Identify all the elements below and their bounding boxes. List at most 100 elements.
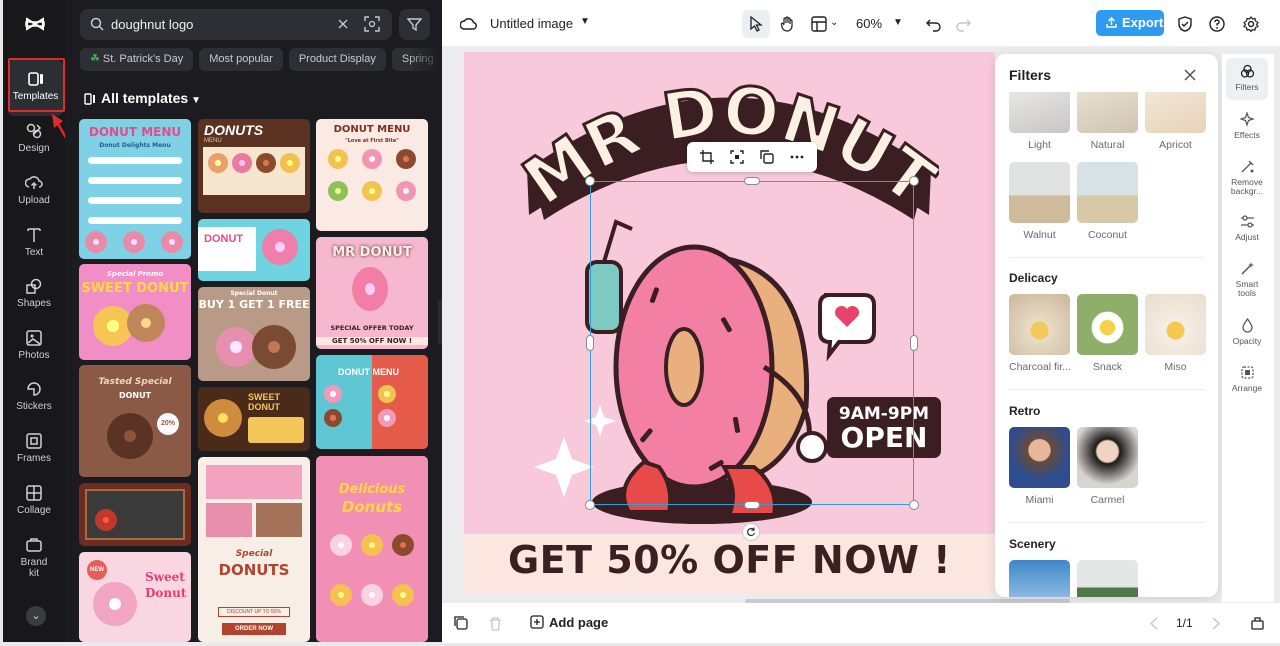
chevron-down-icon[interactable]: ▼ xyxy=(580,16,590,27)
nav-upload[interactable]: Upload xyxy=(3,168,65,218)
chip-product-display[interactable]: Product Display xyxy=(288,48,386,71)
resize-handle-bottom-right[interactable] xyxy=(909,500,919,510)
filter-preview-image xyxy=(1009,560,1070,597)
nav-templates[interactable]: Templates xyxy=(8,60,63,116)
template-thumbnail[interactable]: DONUT MENU xyxy=(316,355,428,449)
text-icon xyxy=(27,228,41,242)
nav-text[interactable]: Text xyxy=(3,220,65,270)
template-thumbnail[interactable]: Special DONUTS DISCOUNT UP TO 50% ORDER … xyxy=(198,457,310,642)
selection-box[interactable] xyxy=(590,181,914,505)
resize-handle-top-left[interactable] xyxy=(585,176,595,186)
tool-smart-tools[interactable]: Smart tools xyxy=(1226,255,1268,298)
artboard[interactable]: MR DONUT xyxy=(464,52,995,593)
template-thumbnail[interactable] xyxy=(79,483,191,546)
nav-frames[interactable]: Frames xyxy=(3,426,65,476)
search-input[interactable] xyxy=(111,14,331,35)
resize-handle-left[interactable] xyxy=(586,335,594,351)
settings-gear-icon[interactable] xyxy=(1242,15,1260,33)
template-thumbnail[interactable]: DONUT MENU "Love at First Bite" xyxy=(316,119,428,231)
next-page-chevron-icon[interactable] xyxy=(1208,616,1223,631)
nav-collage[interactable]: Collage xyxy=(3,478,65,528)
template-thumbnail[interactable]: Delicious Donuts xyxy=(316,456,428,642)
rotate-handle[interactable] xyxy=(742,523,760,541)
more-options-icon[interactable] xyxy=(790,150,804,164)
filter-item-walnut[interactable]: Walnut xyxy=(1009,162,1070,241)
filter-item-scenery[interactable] xyxy=(1077,560,1138,597)
filter-item-scenery[interactable] xyxy=(1009,560,1070,597)
tool-remove-background[interactable]: Remove backgr... xyxy=(1226,153,1268,196)
help-icon[interactable] xyxy=(1208,15,1226,33)
template-thumbnail[interactable]: NEW Sweet Donut xyxy=(79,552,191,642)
filter-item-miami[interactable]: Miami xyxy=(1009,427,1070,506)
nav-stickers[interactable]: Stickers xyxy=(3,374,65,424)
export-button[interactable]: Export xyxy=(1096,10,1164,36)
close-icon[interactable] xyxy=(1183,68,1197,82)
nav-design[interactable]: Design xyxy=(3,116,65,166)
filter-label: Miso xyxy=(1164,361,1187,373)
replace-image-icon[interactable] xyxy=(730,150,744,164)
donut-shape xyxy=(396,181,416,201)
resize-handle-top[interactable] xyxy=(744,177,760,185)
document-title[interactable]: Untitled image xyxy=(490,16,573,31)
tool-arrange[interactable]: Arrange xyxy=(1226,359,1268,393)
filter-item-coconut[interactable]: Coconut xyxy=(1077,162,1138,241)
filter-item-miso[interactable]: Miso xyxy=(1145,294,1206,373)
filter-item-apricot[interactable]: Apricot xyxy=(1145,92,1206,151)
duplicate-icon[interactable] xyxy=(760,150,774,164)
resize-handle-top-right[interactable] xyxy=(909,176,919,186)
filter-label: Walnut xyxy=(1023,229,1056,241)
section-divider xyxy=(1009,257,1204,258)
nav-shapes[interactable]: Shapes xyxy=(3,271,65,321)
hand-tool-icon[interactable] xyxy=(779,15,797,33)
chevron-down-icon[interactable]: ▼ xyxy=(893,17,903,28)
page-manager-icon[interactable] xyxy=(454,616,469,631)
filter-item-snack[interactable]: Snack xyxy=(1077,294,1138,373)
add-page-button[interactable]: Add page xyxy=(530,615,608,630)
nav-brand-kit[interactable]: Brand kit xyxy=(3,530,65,588)
template-thumbnail[interactable]: MR DONUT SPECIAL OFFER TODAY GET 50% OFF… xyxy=(316,237,428,349)
tool-opacity[interactable]: Opacity xyxy=(1226,312,1268,346)
tool-effects[interactable]: Effects xyxy=(1226,106,1268,140)
filter-item-carmel[interactable]: Carmel xyxy=(1077,427,1138,506)
template-thumbnail[interactable]: DONUT MENU Donut Delights Menu xyxy=(79,119,191,259)
all-templates-dropdown[interactable]: All templates ▼ xyxy=(84,90,201,106)
crop-icon[interactable] xyxy=(700,150,714,164)
clear-search-icon[interactable] xyxy=(336,17,350,31)
previous-page-chevron-icon[interactable] xyxy=(1147,616,1162,631)
resize-handle-right[interactable] xyxy=(910,335,918,351)
image-search-icon[interactable] xyxy=(364,16,380,32)
filter-item-charcoal[interactable]: Charcoal fir... xyxy=(1009,294,1070,373)
template-thumbnail[interactable]: SWEET DONUT xyxy=(198,387,310,451)
donut-shape xyxy=(256,153,276,173)
capcut-logo-icon[interactable] xyxy=(24,13,46,35)
donut-shape xyxy=(85,231,107,253)
delete-trash-icon[interactable] xyxy=(488,616,503,631)
layout-icon[interactable] xyxy=(810,15,828,33)
thumb-title: SWEET DONUT xyxy=(248,392,281,412)
select-tool-button[interactable] xyxy=(742,10,770,38)
undo-icon[interactable] xyxy=(925,15,943,33)
nav-photos[interactable]: Photos xyxy=(3,323,65,373)
redo-icon[interactable] xyxy=(954,15,972,33)
more-chevron-down-icon[interactable]: ⌄ xyxy=(26,606,46,626)
tool-filters[interactable]: Filters xyxy=(1226,58,1268,100)
template-thumbnail[interactable]: Tasted Special DONUT 20% xyxy=(79,365,191,477)
template-thumbnail[interactable]: Special Donut BUY 1 GET 1 FREE xyxy=(198,287,310,381)
chip-st-patricks[interactable]: ☘ St. Patrick's Day xyxy=(80,48,194,71)
filter-item-light[interactable]: Light xyxy=(1009,92,1070,151)
page-layout-icon[interactable] xyxy=(1250,616,1265,631)
chevron-down-icon[interactable]: ⌄ xyxy=(830,17,838,28)
zoom-level[interactable]: 60% xyxy=(856,16,882,31)
filter-label: Miami xyxy=(1025,494,1054,506)
template-thumbnail[interactable]: DONUTS MENU xyxy=(198,119,310,213)
tool-adjust[interactable]: Adjust xyxy=(1226,208,1268,242)
resize-handle-bottom[interactable] xyxy=(744,501,760,509)
template-thumbnail[interactable]: Special Promo SWEET DONUT xyxy=(79,264,191,360)
filter-button[interactable] xyxy=(399,9,430,40)
shield-icon[interactable] xyxy=(1176,15,1194,33)
resize-handle-bottom-left[interactable] xyxy=(585,500,595,510)
cloud-icon[interactable] xyxy=(460,15,478,33)
template-thumbnail[interactable]: DONUT xyxy=(198,219,310,281)
filter-item-natural[interactable]: Natural xyxy=(1077,92,1138,151)
chip-most-popular[interactable]: Most popular xyxy=(199,48,283,71)
